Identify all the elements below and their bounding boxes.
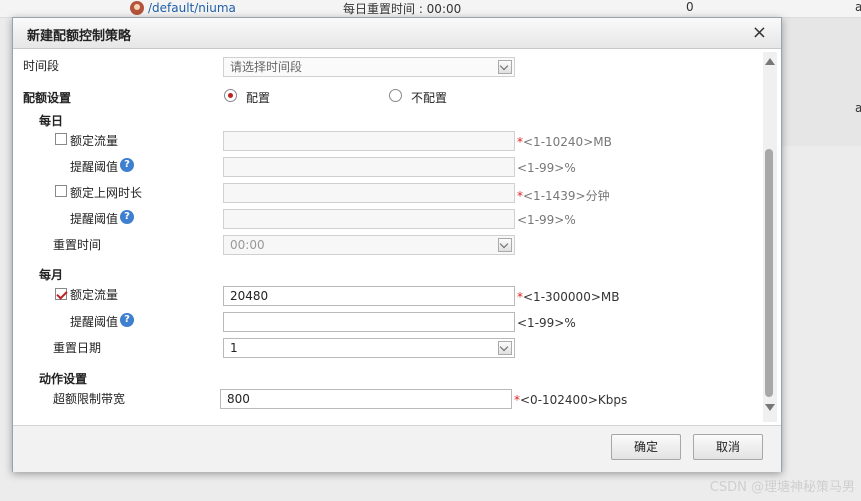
scroll-up-arrow-icon[interactable] xyxy=(765,58,775,65)
monthly-reset-date-value: 1 xyxy=(230,341,238,355)
watermark-text: CSDN @理塘神秘策马男 xyxy=(709,480,855,495)
user-link[interactable]: /default/niuma xyxy=(130,1,236,15)
chevron-down-icon xyxy=(498,341,512,355)
daily-alert-label: 提醒阈值 xyxy=(70,160,119,174)
daily-online-input[interactable] xyxy=(223,183,515,203)
daily-traffic-hint: *<1-10240>MB xyxy=(517,135,612,149)
daily-online-hint: *<1-1439>分钟 xyxy=(517,189,610,203)
monthly-traffic-input[interactable]: 20480 xyxy=(223,286,515,306)
help-icon[interactable]: ? xyxy=(120,313,134,327)
limit-bandwidth-label: 超额限制带宽 xyxy=(53,392,126,406)
help-icon[interactable]: ? xyxy=(120,210,134,224)
monthly-alert-input[interactable] xyxy=(223,312,515,332)
dialog-title-bar: 新建配额控制策略 × xyxy=(13,18,781,49)
limit-bandwidth-hint: *<0-102400>Kbps xyxy=(514,393,628,407)
chevron-down-icon xyxy=(498,238,512,252)
radio-not-configure[interactable] xyxy=(389,89,402,102)
daily-reset-time-label: 重置时间 xyxy=(53,238,102,252)
chevron-down-icon xyxy=(498,60,512,74)
dialog-footer: 确定 取消 xyxy=(13,425,781,472)
daily-reset-time-select[interactable]: 00:00 xyxy=(223,235,515,255)
help-icon[interactable]: ? xyxy=(120,158,134,172)
daily-traffic-checkbox[interactable] xyxy=(55,133,67,145)
monthly-traffic-hint: *<1-300000>MB xyxy=(517,290,620,304)
radio-not-configure-label: 不配置 xyxy=(411,91,448,105)
radio-configure-label: 配置 xyxy=(246,91,271,105)
monthly-traffic-label: 额定流量 xyxy=(70,288,119,302)
daily-alert2-input[interactable] xyxy=(223,209,515,229)
user-icon xyxy=(130,1,144,15)
daily-alert2-label: 提醒阈值 xyxy=(70,212,119,226)
monthly-alert-label: 提醒阈值 xyxy=(70,315,119,329)
vertical-scrollbar[interactable] xyxy=(763,52,777,422)
daily-online-checkbox[interactable] xyxy=(55,185,67,197)
daily-traffic-label: 额定流量 xyxy=(70,134,119,148)
user-path[interactable]: /default/niuma xyxy=(148,1,236,15)
time-period-select[interactable]: 请选择时间段 xyxy=(223,57,515,77)
cancel-button[interactable]: 取消 xyxy=(693,434,763,460)
ok-button[interactable]: 确定 xyxy=(611,434,681,460)
limit-bandwidth-input[interactable]: 800 xyxy=(220,389,512,409)
reset-time-text: 每日重置时间 : 00:00 xyxy=(343,2,462,16)
monthly-alert-hint: <1-99>% xyxy=(517,316,576,330)
monthly-reset-date-label: 重置日期 xyxy=(53,341,102,355)
dialog-content: 时间段 请选择时间段 配额设置 配置 不配置 每日 额定流量 *<1-10240… xyxy=(13,49,765,424)
scroll-thumb[interactable] xyxy=(765,149,773,397)
daily-alert-input[interactable] xyxy=(223,157,515,177)
monthly-traffic-checkbox[interactable] xyxy=(55,288,67,300)
daily-online-label: 额定上网时长 xyxy=(70,186,143,200)
time-period-label: 时间段 xyxy=(23,59,60,73)
time-period-placeholder: 请选择时间段 xyxy=(230,60,303,74)
daily-reset-time-value: 00:00 xyxy=(230,238,265,252)
daily-section-label: 每日 xyxy=(39,114,64,128)
monthly-section-label: 每月 xyxy=(39,268,64,282)
action-section-label: 动作设置 xyxy=(39,372,88,386)
daily-alert2-hint: <1-99>% xyxy=(517,213,576,227)
daily-alert-hint: <1-99>% xyxy=(517,161,576,175)
daily-traffic-input[interactable] xyxy=(223,131,515,151)
monthly-reset-date-select[interactable]: 1 xyxy=(223,338,515,358)
background-side-panel xyxy=(780,18,861,146)
scroll-down-arrow-icon[interactable] xyxy=(765,404,775,411)
dialog-title: 新建配额控制策略 xyxy=(27,29,132,44)
radio-configure[interactable] xyxy=(224,89,237,102)
quota-settings-label: 配额设置 xyxy=(23,91,72,105)
side-text-top: a xyxy=(855,0,861,14)
side-text: a xyxy=(855,101,861,115)
close-icon[interactable]: × xyxy=(752,22,767,43)
count-text: 0 xyxy=(686,0,694,14)
quota-policy-dialog: 新建配额控制策略 × 时间段 请选择时间段 配额设置 配置 不配置 每日 额定流… xyxy=(12,17,782,472)
